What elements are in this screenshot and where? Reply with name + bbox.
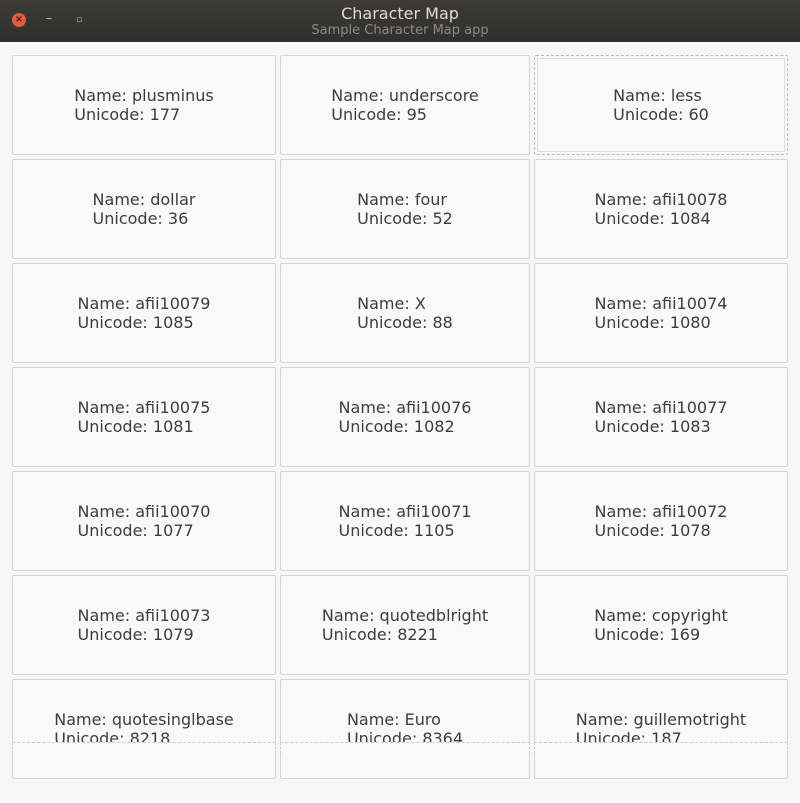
character-card-text: Name: afii10079 Unicode: 1085 — [78, 294, 211, 332]
character-card-text: Name: quotedblright Unicode: 8221 — [322, 606, 488, 644]
character-card[interactable]: Name: afii10071 Unicode: 1105 — [280, 471, 530, 571]
character-card[interactable]: Name: X Unicode: 88 — [280, 263, 530, 363]
character-unicode: Unicode: 1084 — [594, 209, 711, 228]
character-unicode: Unicode: 36 — [92, 209, 189, 228]
character-card[interactable]: Name: afii10079 Unicode: 1085 — [12, 263, 276, 363]
character-unicode: Unicode: 60 — [613, 105, 709, 124]
character-card-text: Name: X Unicode: 88 — [357, 294, 453, 332]
character-unicode: Unicode: 1082 — [338, 417, 455, 436]
character-card-text: Name: afii10077 Unicode: 1083 — [595, 398, 728, 436]
character-card-text: Name: afii10072 Unicode: 1078 — [595, 502, 728, 540]
character-card[interactable]: Name: afii10072 Unicode: 1078 — [534, 471, 788, 571]
character-name: Name: copyright — [594, 606, 728, 625]
character-card-text: Name: afii10074 Unicode: 1080 — [595, 294, 728, 332]
character-name: Name: less — [613, 86, 702, 105]
character-name: Name: underscore — [331, 86, 479, 105]
character-name: Name: afii10071 — [338, 502, 472, 521]
partial-row — [12, 742, 788, 754]
character-card[interactable]: Name: quotesinglbase Unicode: 8218 — [12, 679, 276, 779]
character-unicode: Unicode: 1078 — [594, 521, 711, 540]
character-name: Name: Euro — [346, 710, 441, 729]
window-subtitle: Sample Character Map app — [311, 23, 489, 38]
character-card-text: Name: less Unicode: 60 — [613, 86, 709, 124]
character-card-partial[interactable] — [280, 742, 530, 754]
character-card-text: Name: afii10071 Unicode: 1105 — [339, 502, 472, 540]
character-card-text: Name: afii10070 Unicode: 1077 — [78, 502, 211, 540]
character-name: Name: afii10076 — [338, 398, 472, 417]
character-card[interactable]: Name: afii10074 Unicode: 1080 — [534, 263, 788, 363]
window-titlebar[interactable]: × – ▫ Character Map Sample Character Map… — [0, 0, 800, 42]
character-card[interactable]: Name: four Unicode: 52 — [280, 159, 530, 259]
character-card[interactable]: Name: less Unicode: 60 — [534, 55, 788, 155]
character-name: Name: quotedblright — [321, 606, 489, 625]
character-card-text: Name: underscore Unicode: 95 — [331, 86, 479, 124]
character-card[interactable]: Name: guillemotright Unicode: 187 — [534, 679, 788, 779]
character-grid: Name: plusminus Unicode: 177 Name: undersc… — [12, 55, 788, 779]
character-unicode: Unicode: 1077 — [77, 521, 194, 540]
character-name: Name: afii10072 — [594, 502, 728, 521]
character-name: Name: afii10077 — [594, 398, 728, 417]
character-card-text: Name: afii10078 Unicode: 1084 — [595, 190, 728, 228]
character-card-text: Name: plusminus Unicode: 177 — [74, 86, 213, 124]
character-name: Name: plusminus — [74, 86, 214, 105]
character-card[interactable]: Name: dollar Unicode: 36 — [12, 159, 276, 259]
character-card[interactable]: Name: afii10078 Unicode: 1084 — [534, 159, 788, 259]
character-name: Name: X — [357, 294, 426, 313]
character-unicode: Unicode: 1080 — [594, 313, 711, 332]
character-card[interactable]: Name: copyright Unicode: 169 — [534, 575, 788, 675]
character-unicode: Unicode: 1105 — [338, 521, 455, 540]
character-name: Name: afii10079 — [77, 294, 211, 313]
character-unicode: Unicode: 1079 — [77, 625, 194, 644]
character-name: Name: afii10073 — [77, 606, 211, 625]
character-unicode: Unicode: 88 — [357, 313, 453, 332]
character-card-partial[interactable] — [12, 742, 276, 754]
character-card-text: Name: afii10073 Unicode: 1079 — [78, 606, 211, 644]
character-card[interactable]: Name: underscore Unicode: 95 — [280, 55, 530, 155]
character-unicode: Unicode: 1085 — [77, 313, 194, 332]
character-card-text: Name: four Unicode: 52 — [357, 190, 453, 228]
window-title: Character Map — [341, 4, 459, 23]
character-name: Name: afii10074 — [594, 294, 728, 313]
character-unicode: Unicode: 1083 — [594, 417, 711, 436]
character-name: Name: four — [357, 190, 447, 209]
character-name: Name: afii10078 — [594, 190, 728, 209]
character-name: Name: quotesinglbase — [54, 710, 234, 729]
character-unicode: Unicode: 1081 — [77, 417, 194, 436]
character-unicode: Unicode: 169 — [594, 625, 701, 644]
character-card[interactable]: Name: plusminus Unicode: 177 — [12, 55, 276, 155]
character-grid-area[interactable]: Name: plusminus Unicode: 177 Name: undersc… — [0, 42, 800, 803]
character-card[interactable]: Name: afii10073 Unicode: 1079 — [12, 575, 276, 675]
character-name: Name: dollar — [92, 190, 196, 209]
character-name: Name: afii10070 — [77, 502, 211, 521]
character-card[interactable]: Name: afii10077 Unicode: 1083 — [534, 367, 788, 467]
character-unicode: Unicode: 52 — [357, 209, 453, 228]
character-card[interactable]: Name: quotedblright Unicode: 8221 — [280, 575, 530, 675]
character-card[interactable]: Name: afii10076 Unicode: 1082 — [280, 367, 530, 467]
character-card-text: Name: afii10076 Unicode: 1082 — [339, 398, 472, 436]
character-card-partial[interactable] — [534, 742, 788, 754]
character-card-text: Name: afii10075 Unicode: 1081 — [78, 398, 211, 436]
character-card-text: Name: copyright Unicode: 169 — [594, 606, 727, 644]
character-name: Name: afii10075 — [77, 398, 211, 417]
character-card-text: Name: dollar Unicode: 36 — [93, 190, 196, 228]
character-name: Name: guillemotright — [575, 710, 747, 729]
character-unicode: Unicode: 95 — [331, 105, 427, 124]
character-card[interactable]: Name: afii10075 Unicode: 1081 — [12, 367, 276, 467]
character-unicode: Unicode: 8221 — [321, 625, 438, 644]
character-unicode: Unicode: 177 — [74, 105, 181, 124]
character-card[interactable]: Name: afii10070 Unicode: 1077 — [12, 471, 276, 571]
character-card[interactable]: Name: Euro Unicode: 8364 — [280, 679, 530, 779]
